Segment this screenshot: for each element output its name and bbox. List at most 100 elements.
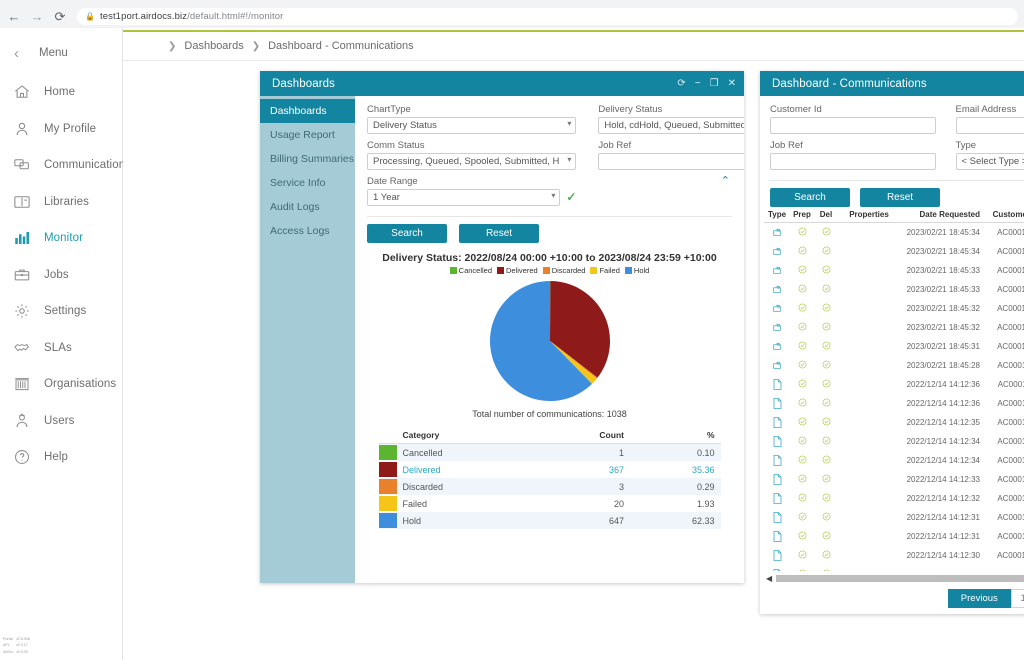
date-range-select[interactable]: 1 Year <box>367 189 561 206</box>
document-icon[interactable] <box>766 530 788 542</box>
cell-type[interactable] <box>764 432 790 451</box>
header-customer-id[interactable]: Customer Id <box>986 207 1024 223</box>
table-row[interactable]: 2022/12/14 14:12:36AC000111Terry Agnew <box>764 375 1024 394</box>
sidebar-item-slas[interactable]: SLAs <box>0 330 122 367</box>
scrollbar-track[interactable] <box>776 574 1024 582</box>
cell-type[interactable] <box>764 242 790 261</box>
mailbox-icon[interactable] <box>766 246 788 256</box>
sidebar-item-organisations[interactable]: Organisations <box>0 366 122 403</box>
table-row[interactable]: Delivered 367 35.36 <box>378 461 721 478</box>
header-prep[interactable]: Prep <box>790 207 814 223</box>
mailbox-icon[interactable] <box>766 284 788 294</box>
document-icon[interactable] <box>766 492 788 504</box>
table-row[interactable]: 2022/12/14 14:12:30AC000120Chandler Bing <box>764 546 1024 565</box>
subnav-item-access-logs[interactable]: Access Logs <box>260 219 355 243</box>
breadcrumb-item-dashboards[interactable]: Dashboards <box>184 40 243 52</box>
communications-search-button[interactable]: Search <box>770 188 850 207</box>
scroll-left-icon[interactable]: ◀ <box>766 574 772 583</box>
chevron-up-icon[interactable]: ⌃ <box>721 174 730 187</box>
header-properties[interactable]: Properties <box>838 207 900 223</box>
cell-type[interactable] <box>764 261 790 280</box>
table-row[interactable]: 2023/02/21 18:45:33AC000126Juliet Capule… <box>764 280 1024 299</box>
sidebar-item-home[interactable]: Home <box>0 74 122 111</box>
sidebar-item-help[interactable]: Help <box>0 439 122 476</box>
reload-icon[interactable]: ⟳ <box>52 9 68 25</box>
sidebar-item-my-profile[interactable]: My Profile <box>0 111 122 148</box>
cell-type[interactable] <box>764 451 790 470</box>
mailbox-icon[interactable] <box>766 360 788 370</box>
document-icon[interactable] <box>766 435 788 447</box>
table-row[interactable]: 2022/12/14 14:12:34AC000114Gillian Moran… <box>764 432 1024 451</box>
table-row[interactable]: Discarded 3 0.29 <box>378 478 721 495</box>
comm-job-ref-input[interactable] <box>770 153 936 170</box>
dashboard-reset-button[interactable]: Reset <box>459 224 539 243</box>
minimize-icon[interactable]: − <box>695 78 701 89</box>
cell-category[interactable]: Delivered <box>397 461 535 478</box>
header-del[interactable]: Del <box>814 207 838 223</box>
header-type[interactable]: Type <box>764 207 790 223</box>
forward-icon[interactable]: → <box>29 9 45 25</box>
sidebar-item-libraries[interactable]: Libraries <box>0 184 122 221</box>
cell-count[interactable]: 367 <box>534 461 630 478</box>
mailbox-icon[interactable] <box>766 341 788 351</box>
mailbox-icon[interactable] <box>766 265 788 275</box>
mailbox-icon[interactable] <box>766 227 788 237</box>
close-icon[interactable]: ✕ <box>728 78 736 89</box>
previous-page-button[interactable]: Previous <box>947 589 1011 608</box>
sidebar-item-monitor[interactable]: Monitor <box>0 220 122 257</box>
type-select[interactable]: < Select Type > <box>955 153 1024 170</box>
cell-type[interactable] <box>764 375 790 394</box>
dashboard-search-button[interactable]: Search <box>367 224 447 243</box>
job-ref-input[interactable] <box>598 153 744 170</box>
back-icon[interactable]: ← <box>6 9 22 25</box>
table-row[interactable]: 2023/02/21 18:45:33AC000125Jared Kerr <box>764 261 1024 280</box>
table-row[interactable]: 2023/02/21 18:45:31AC000129Charlotte Ada… <box>764 337 1024 356</box>
sidebar-item-jobs[interactable]: Jobs <box>0 257 122 294</box>
cell-type[interactable] <box>764 470 790 489</box>
subnav-item-billing-summaries[interactable]: Billing Summaries <box>260 147 355 171</box>
document-icon[interactable] <box>766 454 788 466</box>
table-row[interactable]: Cancelled 1 0.10 <box>378 443 721 461</box>
page-number-input[interactable] <box>1010 589 1024 608</box>
table-row[interactable]: 2022/12/14 14:12:33AC000116Rachel Green <box>764 470 1024 489</box>
subnav-item-service-info[interactable]: Service Info <box>260 171 355 195</box>
document-icon[interactable] <box>766 549 788 561</box>
sidebar-collapse-toggle[interactable]: ‹ Menu <box>0 32 122 74</box>
cell-type[interactable] <box>764 394 790 413</box>
cell-percent[interactable]: 35.36 <box>630 461 721 478</box>
cell-type[interactable] <box>764 280 790 299</box>
address-bar[interactable]: 🔒 test1port.airdocs.biz/default.html#!/m… <box>77 8 1018 25</box>
horizontal-scrollbar[interactable]: ◀ ▶ <box>760 571 1024 585</box>
cell-type[interactable] <box>764 356 790 375</box>
cell-type[interactable] <box>764 527 790 546</box>
table-row[interactable]: 2023/02/21 18:45:32AC000128Rose Diamond <box>764 318 1024 337</box>
breadcrumb-item-current[interactable]: Dashboard - Communications <box>268 40 414 52</box>
sidebar-item-communications[interactable]: Communications <box>0 147 131 184</box>
communications-reset-button[interactable]: Reset <box>860 188 940 207</box>
email-address-input[interactable] <box>955 117 1024 134</box>
customer-id-input[interactable] <box>770 117 936 134</box>
cell-type[interactable] <box>764 546 790 565</box>
subnav-item-dashboards[interactable]: Dashboards <box>260 99 355 123</box>
table-row[interactable]: 2023/02/21 18:45:34AC000124Rodney Farva <box>764 242 1024 261</box>
table-row[interactable]: 2022/12/14 14:12:34AC000115Sarah Martin <box>764 451 1024 470</box>
table-row[interactable]: Failed 20 1.93 <box>378 495 721 512</box>
table-row[interactable]: 2023/02/21 18:45:32AC000127Roger Rabbit <box>764 299 1024 318</box>
table-row[interactable]: 2023/02/21 18:45:34AC000123Robert Downey… <box>764 223 1024 242</box>
restore-icon[interactable]: ❐ <box>710 78 719 89</box>
table-row[interactable]: 2023/02/21 18:45:28AC000110Pat Brown <box>764 356 1024 375</box>
mailbox-icon[interactable] <box>766 322 788 332</box>
cell-type[interactable] <box>764 413 790 432</box>
refresh-icon[interactable]: ⟳ <box>677 78 685 89</box>
cell-type[interactable] <box>764 223 790 242</box>
document-icon[interactable] <box>766 397 788 409</box>
subnav-item-audit-logs[interactable]: Audit Logs <box>260 195 355 219</box>
sidebar-item-settings[interactable]: Settings <box>0 293 122 330</box>
cell-type[interactable] <box>764 318 790 337</box>
comm-status-select[interactable]: Processing, Queued, Spooled, Submitted, … <box>367 153 577 170</box>
sidebar-item-users[interactable]: Users <box>0 403 122 440</box>
chart-type-select[interactable]: Delivery Status <box>367 117 577 134</box>
cell-type[interactable] <box>764 508 790 527</box>
document-icon[interactable] <box>766 473 788 485</box>
delivery-status-select[interactable]: Hold, cdHold, Queued, Submitted, Dispatc… <box>598 117 744 134</box>
